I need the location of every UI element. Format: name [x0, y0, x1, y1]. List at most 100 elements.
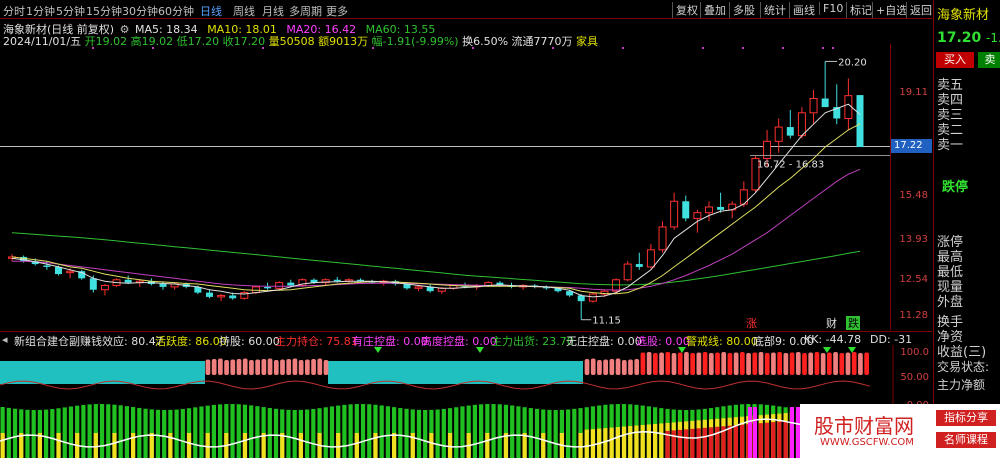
period-tab-1[interactable]: 1分钟 [26, 3, 55, 19]
flow-bar-yellow [447, 433, 453, 458]
candle-body [693, 212, 702, 219]
toolbar-action-0[interactable]: 复权 [672, 2, 701, 18]
ma60-line [11, 232, 861, 286]
period-tab-4[interactable]: 30分钟 [122, 3, 158, 19]
heat-bar [236, 359, 242, 375]
flow-bar [199, 406, 204, 458]
flow-bar [472, 404, 477, 458]
flow-bar [193, 407, 198, 458]
candle-body [43, 265, 51, 267]
flow-bar-yellow [659, 423, 664, 458]
flow-bar [230, 404, 235, 458]
heat-bar [671, 353, 677, 375]
cyan-zone [0, 361, 205, 384]
price-tick: 19.11 [899, 86, 928, 98]
heat-bar [621, 360, 627, 375]
toolbar-action-4[interactable]: 画线 [789, 2, 818, 18]
flow-bar [273, 408, 279, 458]
flow-bar-red [727, 425, 732, 458]
flow-bar [479, 404, 484, 458]
flow-bar [416, 409, 422, 458]
heat-bar [740, 352, 745, 375]
accent-bar [790, 407, 794, 458]
limit-status: 跌停 [942, 180, 969, 195]
signal-marker [552, 47, 554, 49]
period-tab-5[interactable]: 60分钟 [158, 3, 194, 19]
flow-bar [68, 406, 74, 458]
candle-body [89, 278, 97, 290]
flow-bar [87, 404, 92, 458]
tag-finance: 财 [826, 316, 837, 330]
flow-bar [454, 407, 459, 458]
flow-bar-yellow [653, 423, 658, 458]
flow-bar [423, 409, 428, 458]
flow-bar-yellow [485, 433, 490, 458]
candle-body [658, 226, 667, 251]
panel-change: -1. [986, 31, 1000, 45]
flow-bar-yellow [0, 433, 5, 458]
flow-bar [174, 409, 179, 458]
heat-bar [218, 358, 223, 375]
heat-bar [230, 359, 236, 375]
range-label: 16.72 - 16.83 [757, 160, 824, 171]
toolbar-action-7[interactable]: +自选 [872, 2, 910, 18]
watermark-tag-share[interactable]: 指标分享 [936, 410, 996, 426]
period-tab-2[interactable]: 5分钟 [56, 3, 85, 19]
signal-marker [742, 47, 744, 49]
flow-bar-red [740, 424, 745, 458]
period-tab-3[interactable]: 15分钟 [86, 3, 122, 19]
period-tab-7[interactable]: 周线 [233, 3, 255, 19]
flow-bar-red [696, 428, 701, 458]
signal-marker [472, 47, 474, 49]
period-tab-9[interactable]: 多周期 [289, 3, 322, 19]
flow-bar [329, 406, 335, 458]
heat-bar [715, 352, 720, 375]
buy-button[interactable]: 买入 [936, 52, 974, 68]
candle-body [786, 127, 794, 136]
toolbar-action-5[interactable]: F10 [819, 2, 846, 15]
watermark-tag-course[interactable]: 名师课程 [936, 432, 996, 448]
flow-bar [286, 409, 291, 458]
toolbar-action-2[interactable]: 多股 [729, 2, 758, 18]
toolbar-action-3[interactable]: 统计 [760, 2, 789, 18]
flow-bar-yellow [392, 433, 397, 458]
heat-bar [261, 359, 267, 375]
candle-body [704, 206, 713, 214]
toolbar-action-1[interactable]: 叠加 [700, 2, 729, 18]
candle-body [333, 279, 341, 282]
flow-bar [155, 409, 161, 458]
flow-bar-yellow [93, 433, 98, 458]
toolbar-action-8[interactable]: 返回 [906, 2, 935, 18]
flow-bar-red [671, 430, 676, 458]
heat-bar [777, 352, 782, 375]
heat-bar [721, 352, 727, 375]
toolbar-action-6[interactable]: 标记 [846, 2, 875, 18]
sell-button[interactable]: 卖 [978, 52, 1000, 68]
ma5-line [11, 103, 861, 298]
signal-marker [372, 47, 374, 49]
period-tab-8[interactable]: 月线 [262, 3, 284, 19]
heat-bar [224, 360, 229, 375]
heat-bar [702, 352, 708, 375]
period-tab-10[interactable]: 更多 [326, 3, 348, 19]
period-tab-0[interactable]: 分时 [3, 3, 25, 19]
flow-bar [404, 408, 409, 458]
flow-bar-red [764, 422, 770, 458]
flow-bar [255, 406, 260, 458]
heat-bar [696, 352, 702, 375]
candle-body [844, 95, 853, 120]
quote-panel: 海象新材 17.20 -1. 买入 卖 卖五卖四卖三卖二卖一 跌停 涨停最高最低… [933, 0, 1000, 458]
indicator-chart[interactable]: 100.050.000.00 [0, 345, 932, 458]
tag-fall: 跌 [848, 316, 859, 330]
heat-bar [802, 353, 807, 375]
candle-body [797, 112, 806, 137]
period-tab-6[interactable]: 日线 [200, 3, 222, 19]
price-axis: 19.1117.2015.4813.9312.5411.2817.22 [890, 44, 932, 330]
signal-marker [622, 47, 624, 49]
heat-bar [752, 352, 758, 375]
candle-body [217, 294, 226, 298]
candle-body [635, 264, 643, 267]
candlestick-chart[interactable]: 20.20 11.15 16.72 - 16.83 涨 财跌 [0, 44, 932, 330]
heat-bar [249, 360, 254, 375]
flow-bar [553, 410, 558, 458]
